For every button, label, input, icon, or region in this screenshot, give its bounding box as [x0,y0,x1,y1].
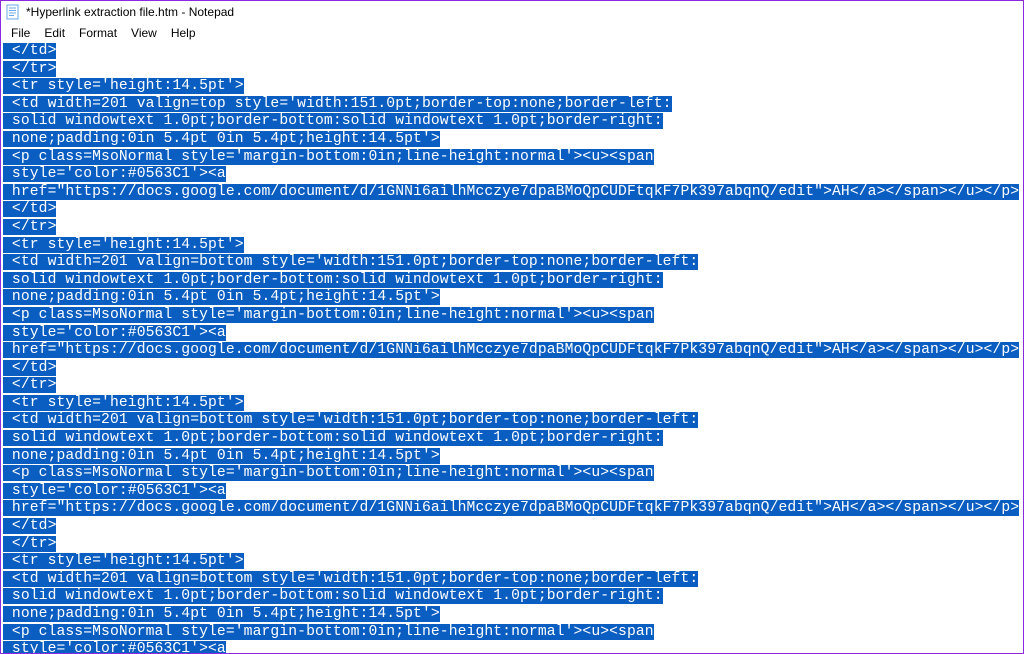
code-line[interactable]: <td width=201 valign=top style='width:15… [3,96,1021,114]
selected-text: </tr> [3,219,56,235]
selected-text: <tr style='height:14.5pt'> [3,553,244,569]
code-line[interactable]: <tr style='height:14.5pt'> [3,237,1021,255]
code-line[interactable]: solid windowtext 1.0pt;border-bottom:sol… [3,430,1021,448]
selected-text: style='color:#0563C1'><a [3,325,226,341]
code-line[interactable]: <td width=201 valign=bottom style='width… [3,254,1021,272]
code-line[interactable]: none;padding:0in 5.4pt 0in 5.4pt;height:… [3,289,1021,307]
selected-text: <p class=MsoNormal style='margin-bottom:… [3,307,654,323]
code-line[interactable]: </tr> [3,377,1021,395]
window-title: *Hyperlink extraction file.htm - Notepad [26,5,234,19]
menu-edit[interactable]: Edit [38,25,71,41]
code-line[interactable]: </td> [3,201,1021,219]
code-line[interactable]: href="https://docs.google.com/document/d… [3,342,1021,360]
selected-text: </tr> [3,536,56,552]
code-line[interactable]: <tr style='height:14.5pt'> [3,78,1021,96]
code-line[interactable]: style='color:#0563C1'><a [3,641,1021,653]
menu-file[interactable]: File [5,25,36,41]
menu-help[interactable]: Help [165,25,202,41]
title-bar[interactable]: *Hyperlink extraction file.htm - Notepad [1,1,1023,23]
selected-text: solid windowtext 1.0pt;border-bottom:sol… [3,588,663,604]
selected-text: solid windowtext 1.0pt;border-bottom:sol… [3,113,663,129]
code-line[interactable]: none;padding:0in 5.4pt 0in 5.4pt;height:… [3,606,1021,624]
selected-text: style='color:#0563C1'><a [3,483,226,499]
code-line[interactable]: style='color:#0563C1'><a [3,325,1021,343]
code-line[interactable]: href="https://docs.google.com/document/d… [3,500,1021,518]
selected-text: href="https://docs.google.com/document/d… [3,184,1019,200]
selected-text: none;padding:0in 5.4pt 0in 5.4pt;height:… [3,131,440,147]
selected-text: <p class=MsoNormal style='margin-bottom:… [3,624,654,640]
menu-format[interactable]: Format [73,25,123,41]
selected-text: <td width=201 valign=bottom style='width… [3,571,698,587]
selected-text: <tr style='height:14.5pt'> [3,237,244,253]
code-line[interactable]: style='color:#0563C1'><a [3,483,1021,501]
code-line[interactable]: </tr> [3,536,1021,554]
selected-text: <p class=MsoNormal style='margin-bottom:… [3,465,654,481]
selected-text: style='color:#0563C1'><a [3,166,226,182]
selected-text: none;padding:0in 5.4pt 0in 5.4pt;height:… [3,448,440,464]
selected-text: solid windowtext 1.0pt;border-bottom:sol… [3,430,663,446]
selected-text: href="https://docs.google.com/document/d… [3,342,1019,358]
code-line[interactable]: </td> [3,518,1021,536]
selected-text: solid windowtext 1.0pt;border-bottom:sol… [3,272,663,288]
code-line[interactable]: <p class=MsoNormal style='margin-bottom:… [3,307,1021,325]
menu-view[interactable]: View [125,25,163,41]
code-line[interactable]: <p class=MsoNormal style='margin-bottom:… [3,149,1021,167]
selected-text: style='color:#0563C1'><a [3,641,226,653]
selected-text: </tr> [3,61,56,77]
code-line[interactable]: <td width=201 valign=bottom style='width… [3,412,1021,430]
code-line[interactable]: href="https://docs.google.com/document/d… [3,184,1021,202]
notepad-window: *Hyperlink extraction file.htm - Notepad… [0,0,1024,654]
selected-text: <td width=201 valign=bottom style='width… [3,254,698,270]
selected-text: <td width=201 valign=top style='width:15… [3,96,672,112]
selected-text: <tr style='height:14.5pt'> [3,78,244,94]
code-line[interactable]: </tr> [3,219,1021,237]
code-line[interactable]: <tr style='height:14.5pt'> [3,553,1021,571]
code-line[interactable]: <p class=MsoNormal style='margin-bottom:… [3,624,1021,642]
selected-text: <tr style='height:14.5pt'> [3,395,244,411]
code-line[interactable]: solid windowtext 1.0pt;border-bottom:sol… [3,588,1021,606]
code-line[interactable]: <p class=MsoNormal style='margin-bottom:… [3,465,1021,483]
selected-text: <td width=201 valign=bottom style='width… [3,412,698,428]
selected-text: none;padding:0in 5.4pt 0in 5.4pt;height:… [3,606,440,622]
selected-text: <p class=MsoNormal style='margin-bottom:… [3,149,654,165]
menu-bar: File Edit Format View Help [1,23,1023,43]
code-line[interactable]: style='color:#0563C1'><a [3,166,1021,184]
editor-area[interactable]: </td> </tr> <tr style='height:14.5pt'> <… [1,43,1023,653]
selected-text: </tr> [3,377,56,393]
selected-text: href="https://docs.google.com/document/d… [3,500,1019,516]
code-line[interactable]: </td> [3,43,1021,61]
selected-text: </td> [3,360,56,376]
code-line[interactable]: <tr style='height:14.5pt'> [3,395,1021,413]
editor-content[interactable]: </td> </tr> <tr style='height:14.5pt'> <… [1,43,1023,653]
selected-text: </td> [3,201,56,217]
selected-text: none;padding:0in 5.4pt 0in 5.4pt;height:… [3,289,440,305]
selected-text: </td> [3,518,56,534]
code-line[interactable]: solid windowtext 1.0pt;border-bottom:sol… [3,272,1021,290]
selected-text: </td> [3,43,56,59]
code-line[interactable]: solid windowtext 1.0pt;border-bottom:sol… [3,113,1021,131]
code-line[interactable]: none;padding:0in 5.4pt 0in 5.4pt;height:… [3,448,1021,466]
code-line[interactable]: <td width=201 valign=bottom style='width… [3,571,1021,589]
notepad-icon [5,4,21,20]
code-line[interactable]: </tr> [3,61,1021,79]
code-line[interactable]: </td> [3,360,1021,378]
code-line[interactable]: none;padding:0in 5.4pt 0in 5.4pt;height:… [3,131,1021,149]
